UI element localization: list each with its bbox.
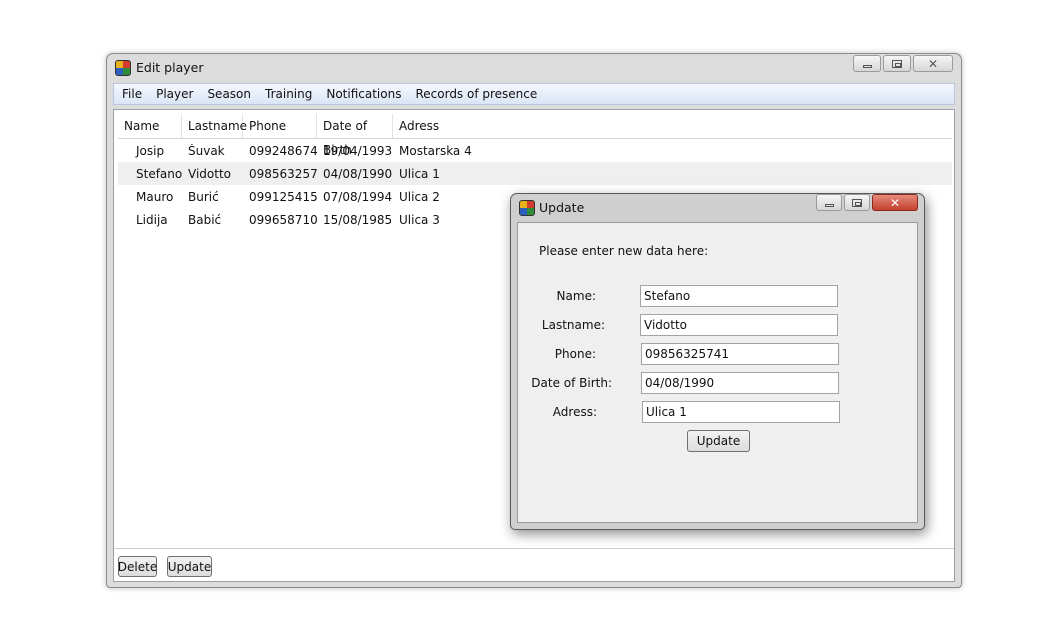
name-field[interactable]: Stefano — [640, 285, 838, 307]
cell-phone: 09965871021 — [249, 212, 317, 227]
app-icon — [519, 200, 535, 216]
update-button[interactable]: Update — [167, 556, 212, 577]
cell-phone: 0992486745 — [249, 143, 317, 158]
dialog-body: Please enter new data here: Name: Stefan… — [517, 222, 918, 523]
dialog-title: Update — [539, 200, 585, 215]
column-header-name[interactable]: Name — [118, 114, 182, 138]
maximize-button[interactable] — [883, 55, 911, 72]
adress-field[interactable]: Ulica 1 — [642, 401, 840, 423]
column-header-adress[interactable]: Adress — [393, 114, 513, 138]
maximize-icon — [892, 59, 902, 68]
table-row[interactable]: Stefano Vidotto 09856325741 04/08/1990 U… — [118, 162, 952, 185]
cell-adress: Ulica 2 — [399, 189, 440, 204]
phone-field[interactable]: 09856325741 — [641, 343, 839, 365]
lastname-label: Lastname: — [541, 318, 605, 332]
cell-lastname: Burić — [188, 189, 219, 204]
column-header-lastname[interactable]: Lastname — [182, 114, 247, 138]
app-icon — [115, 60, 131, 76]
menu-file[interactable]: File — [122, 87, 142, 101]
dialog-minimize-button[interactable] — [816, 194, 842, 211]
table-header: Name Lastname Phone Date of Birth Adress — [118, 114, 952, 157]
menu-player[interactable]: Player — [156, 87, 193, 101]
cell-date-of-birth: 19/04/1993 — [323, 143, 393, 158]
dialog-window-controls: ✕ — [816, 194, 918, 211]
cell-phone: 0991254156 — [249, 189, 317, 204]
dialog-close-button[interactable]: ✕ — [872, 194, 918, 211]
cell-date-of-birth: 07/08/1994 — [323, 189, 393, 204]
bottom-separator — [114, 548, 954, 549]
date-of-birth-label: Date of Birth: — [531, 376, 612, 390]
maximize-icon — [852, 198, 862, 207]
minimize-button[interactable] — [853, 55, 881, 72]
menu-records-of-presence[interactable]: Records of presence — [415, 87, 537, 101]
cell-date-of-birth: 04/08/1990 — [323, 166, 393, 181]
name-label: Name: — [556, 289, 596, 303]
menu-season[interactable]: Season — [207, 87, 251, 101]
menu-notifications[interactable]: Notifications — [326, 87, 401, 101]
dialog-titlebar[interactable]: Update ✕ — [511, 194, 924, 220]
cell-date-of-birth: 15/08/1985 — [323, 212, 393, 227]
cell-lastname: Šuvak — [188, 143, 225, 158]
lastname-field[interactable]: Vidotto — [640, 314, 838, 336]
cell-adress: Mostarska 4 — [399, 143, 472, 158]
main-titlebar[interactable]: Edit player ✕ — [107, 54, 961, 82]
cell-name: Mauro — [136, 189, 174, 204]
dialog-prompt: Please enter new data here: — [539, 244, 709, 258]
menu-bar: File Player Season Training Notification… — [113, 83, 955, 105]
delete-button[interactable]: Delete — [118, 556, 157, 577]
cell-lastname: Babić — [188, 212, 222, 227]
close-icon: ✕ — [889, 195, 901, 210]
minimize-icon — [862, 64, 872, 68]
column-header-phone[interactable]: Phone — [243, 114, 317, 138]
dialog-maximize-button[interactable] — [844, 194, 870, 211]
cell-adress: Ulica 3 — [399, 212, 440, 227]
adress-label: Adress: — [552, 405, 597, 419]
close-button[interactable]: ✕ — [913, 55, 953, 72]
close-icon: ✕ — [927, 56, 939, 71]
window-controls: ✕ — [853, 55, 953, 72]
update-dialog: Update ✕ Please enter new data here: Nam… — [510, 193, 925, 530]
date-of-birth-field[interactable]: 04/08/1990 — [641, 372, 839, 394]
cell-name: Josip — [136, 143, 165, 158]
minimize-icon — [824, 203, 834, 207]
table-row[interactable]: Josip Šuvak 0992486745 19/04/1993 Mostar… — [118, 139, 952, 162]
cell-name: Stefano — [136, 166, 182, 181]
cell-phone: 09856325741 — [249, 166, 317, 181]
menu-training[interactable]: Training — [265, 87, 312, 101]
cell-name: Lidija — [136, 212, 168, 227]
phone-label: Phone: — [554, 347, 596, 361]
cell-lastname: Vidotto — [188, 166, 231, 181]
cell-adress: Ulica 1 — [399, 166, 440, 181]
window-title: Edit player — [136, 60, 204, 75]
column-header-date-of-birth[interactable]: Date of Birth — [317, 114, 393, 157]
dialog-update-button[interactable]: Update — [687, 430, 750, 452]
